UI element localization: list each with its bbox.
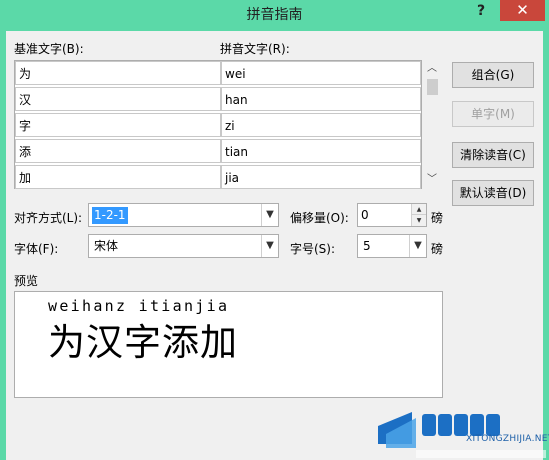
chevron-down-icon[interactable]: ▼	[409, 235, 426, 257]
spin-up-icon[interactable]: ▲	[411, 204, 426, 215]
spin-down-icon[interactable]: ▼	[411, 215, 426, 226]
group-button[interactable]: 组合(G)	[452, 62, 534, 88]
scroll-down-arrow-icon[interactable]: ﹀	[423, 171, 441, 189]
title-bar: 拼音指南 ? ✕	[0, 0, 549, 31]
dialog-body: 基准文字(B): 拼音文字(R): 为 wei 汉 han 字 zi 添 tia…	[6, 31, 543, 460]
ruby-text-label: 拼音文字(R):	[220, 42, 290, 56]
alignment-select[interactable]: 1-2-1 ▼	[88, 203, 279, 227]
font-select[interactable]: 宋体 ▼	[88, 234, 279, 258]
scroll-thumb[interactable]	[427, 79, 438, 95]
default-reading-button[interactable]: 默认读音(D)	[452, 180, 534, 206]
base-cell[interactable]: 为	[15, 61, 221, 85]
mono-button[interactable]: 单字(M)	[452, 101, 534, 127]
base-cell[interactable]: 添	[15, 139, 221, 163]
offset-label: 偏移量(O):	[290, 211, 349, 225]
preview-text: 为汉字添加	[48, 321, 238, 364]
alignment-label: 对齐方式(L):	[14, 211, 83, 225]
chevron-down-icon[interactable]: ▼	[261, 204, 278, 226]
size-value: 5	[363, 239, 371, 253]
ruby-cell[interactable]: jia	[221, 165, 421, 189]
scroll-up-arrow-icon[interactable]: ︿	[423, 60, 441, 78]
size-unit: 磅	[431, 242, 444, 256]
offset-value: 0	[361, 208, 369, 222]
help-button[interactable]: ?	[466, 1, 496, 22]
close-button[interactable]: ✕	[500, 0, 545, 21]
watermark-url: XITONGZHIJIA.NET	[466, 434, 549, 444]
ruby-cell[interactable]: han	[221, 87, 421, 111]
base-cell[interactable]: 加	[15, 165, 221, 189]
clear-reading-button[interactable]: 清除读音(C)	[452, 142, 534, 168]
alignment-value: 1-2-1	[92, 207, 128, 224]
offset-stepper[interactable]: 0 ▲ ▼	[357, 203, 427, 227]
font-label: 字体(F):	[14, 242, 59, 256]
base-cell[interactable]: 汉	[15, 87, 221, 111]
ruby-cell[interactable]: wei	[221, 61, 421, 85]
ruby-cell[interactable]: tian	[221, 139, 421, 163]
preview-box: weihanz itianjia 为汉字添加	[14, 291, 443, 398]
offset-unit: 磅	[431, 211, 444, 225]
watermark-logo: XITONGZHIJIA.NET	[376, 404, 549, 460]
ruby-table: 为 wei 汉 han 字 zi 添 tian 加 jia	[14, 60, 422, 189]
preview-label: 预览	[14, 274, 39, 288]
chevron-down-icon[interactable]: ▼	[261, 235, 278, 257]
size-select[interactable]: 5 ▼	[357, 234, 427, 258]
table-scrollbar[interactable]: ︿ ﹀	[423, 60, 441, 189]
ruby-cell[interactable]: zi	[221, 113, 421, 137]
base-text-label: 基准文字(B):	[14, 42, 84, 56]
font-value: 宋体	[94, 239, 119, 253]
size-label: 字号(S):	[290, 242, 336, 256]
base-cell[interactable]: 字	[15, 113, 221, 137]
